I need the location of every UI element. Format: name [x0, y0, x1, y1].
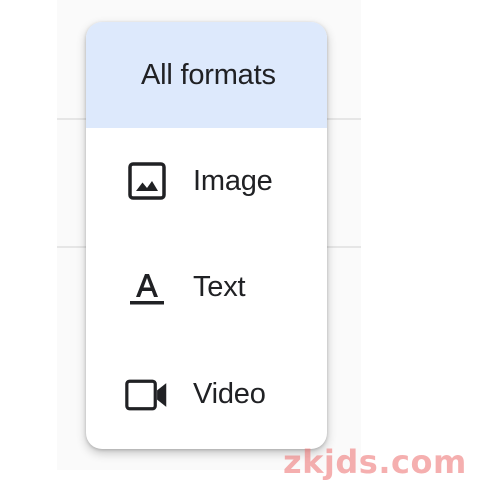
- menu-item-all-formats[interactable]: All formats: [86, 22, 327, 128]
- menu-item-text[interactable]: Text: [86, 234, 327, 340]
- menu-item-label: Image: [193, 164, 273, 197]
- watermark: zkjds.com: [283, 443, 467, 481]
- videocam-icon: [125, 373, 169, 417]
- image-icon: [125, 159, 169, 203]
- menu-item-video[interactable]: Video: [86, 340, 327, 449]
- menu-item-label: All formats: [141, 58, 276, 91]
- menu-item-image[interactable]: Image: [86, 128, 327, 234]
- text-format-icon: [125, 265, 169, 309]
- format-dropdown-menu: All formats Image Text Video: [86, 22, 327, 449]
- menu-item-label: Text: [193, 270, 246, 303]
- menu-item-label: Video: [193, 378, 266, 410]
